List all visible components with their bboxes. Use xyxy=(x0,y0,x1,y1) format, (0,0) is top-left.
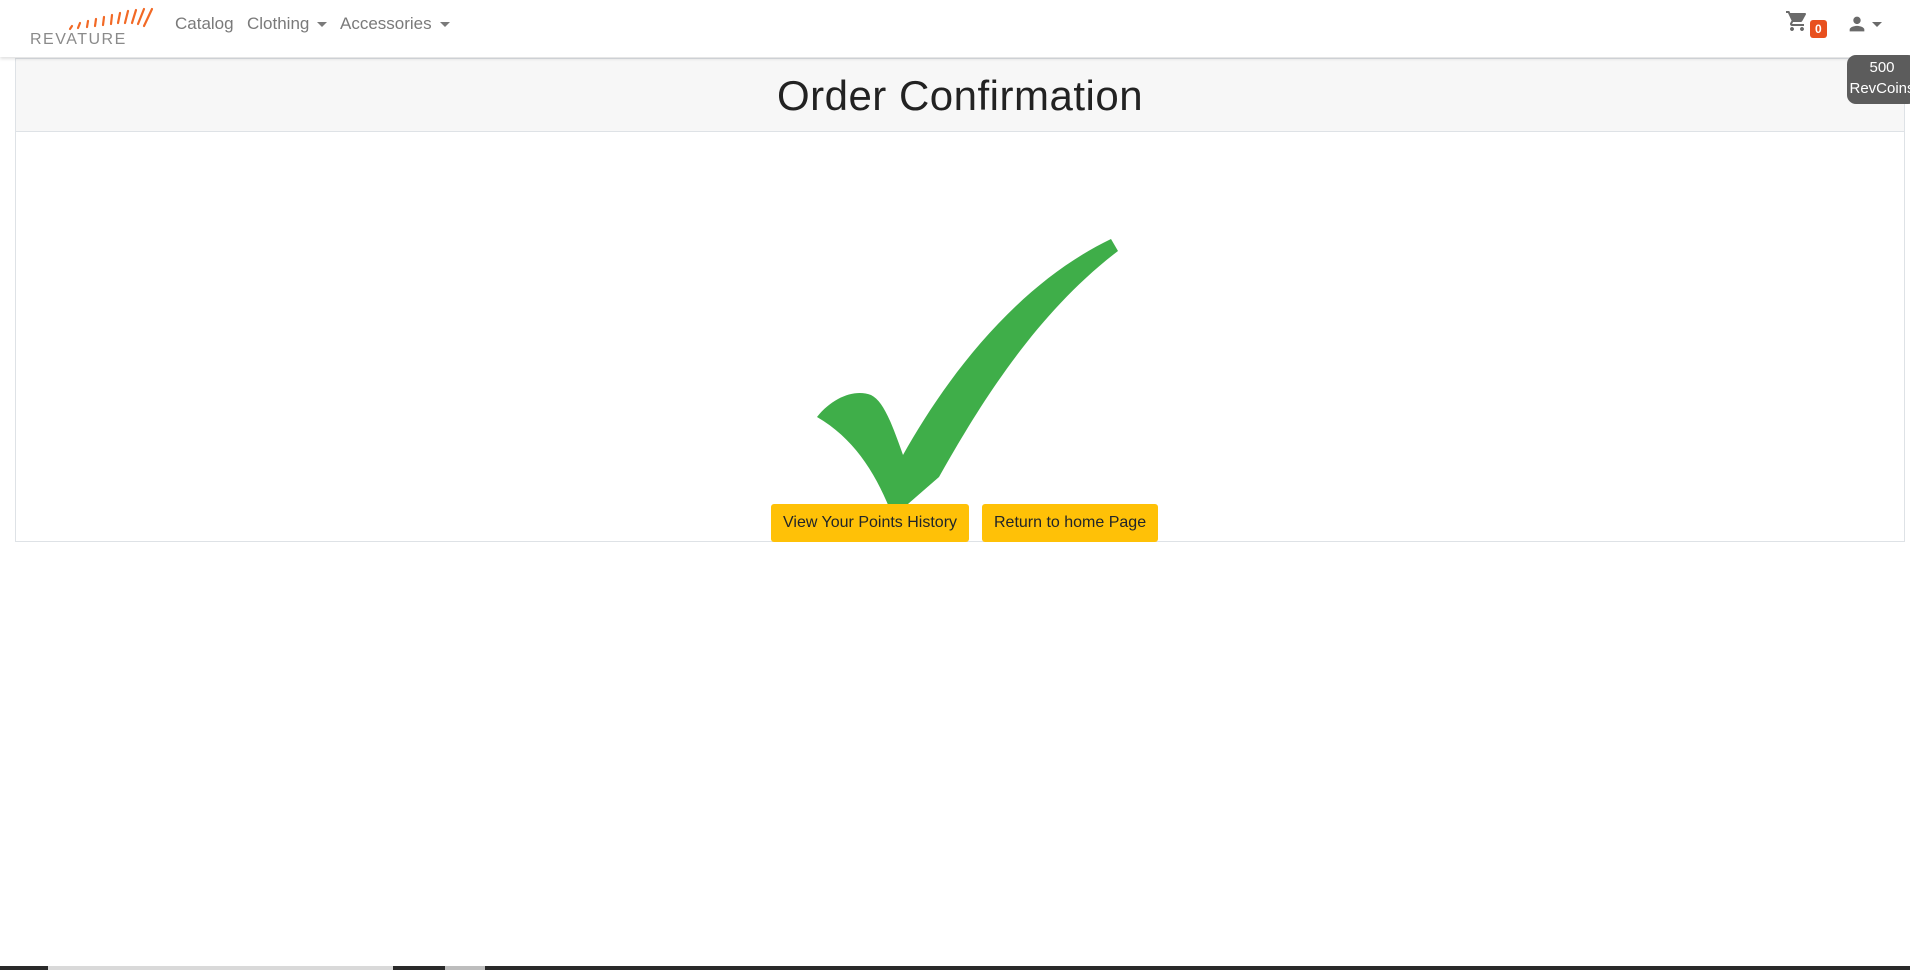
revcoins-amount: 500 xyxy=(1869,59,1895,76)
order-confirmation-card: Order Confirmation View Your Points Hist… xyxy=(15,58,1905,542)
page-title: Order Confirmation xyxy=(776,72,1144,119)
cart-button[interactable]: 0 xyxy=(1784,9,1828,41)
chevron-down-icon xyxy=(439,21,450,27)
nav-catalog-label: Catalog xyxy=(175,14,234,33)
return-home-button[interactable]: Return to home Page xyxy=(982,504,1159,542)
revature-logo[interactable]: REVATURE xyxy=(30,6,154,48)
chevron-down-icon xyxy=(1872,21,1882,27)
chevron-down-icon xyxy=(317,21,328,27)
user-icon xyxy=(1849,16,1865,32)
nav-catalog[interactable]: Catalog xyxy=(175,14,234,34)
revcoins-unit: RevCoins xyxy=(1849,80,1910,97)
bottom-taskbar-strip xyxy=(0,966,1910,970)
card-header: Order Confirmation xyxy=(16,59,1904,132)
view-points-history-button[interactable]: View Your Points History xyxy=(771,504,970,542)
cart-count-badge: 0 xyxy=(1810,20,1827,38)
top-navbar: REVATURE Catalog Clothing Accessories 0 xyxy=(0,0,1910,57)
revcoins-balance-badge: 500 RevCoins xyxy=(1847,55,1910,104)
sunrise-logo-icon xyxy=(68,7,154,31)
taskbar-segment xyxy=(445,966,485,970)
user-menu-dropdown[interactable] xyxy=(1846,11,1882,37)
nav-accessories-dropdown[interactable]: Accessories xyxy=(340,14,450,34)
checkmark-icon xyxy=(817,239,1118,517)
shopping-cart-icon xyxy=(1786,11,1807,31)
nav-clothing-label: Clothing xyxy=(247,14,310,33)
brand-name: REVATURE xyxy=(30,31,127,48)
taskbar-segment xyxy=(48,966,393,970)
nav-accessories-label: Accessories xyxy=(340,14,432,33)
nav-clothing-dropdown[interactable]: Clothing xyxy=(247,14,328,34)
